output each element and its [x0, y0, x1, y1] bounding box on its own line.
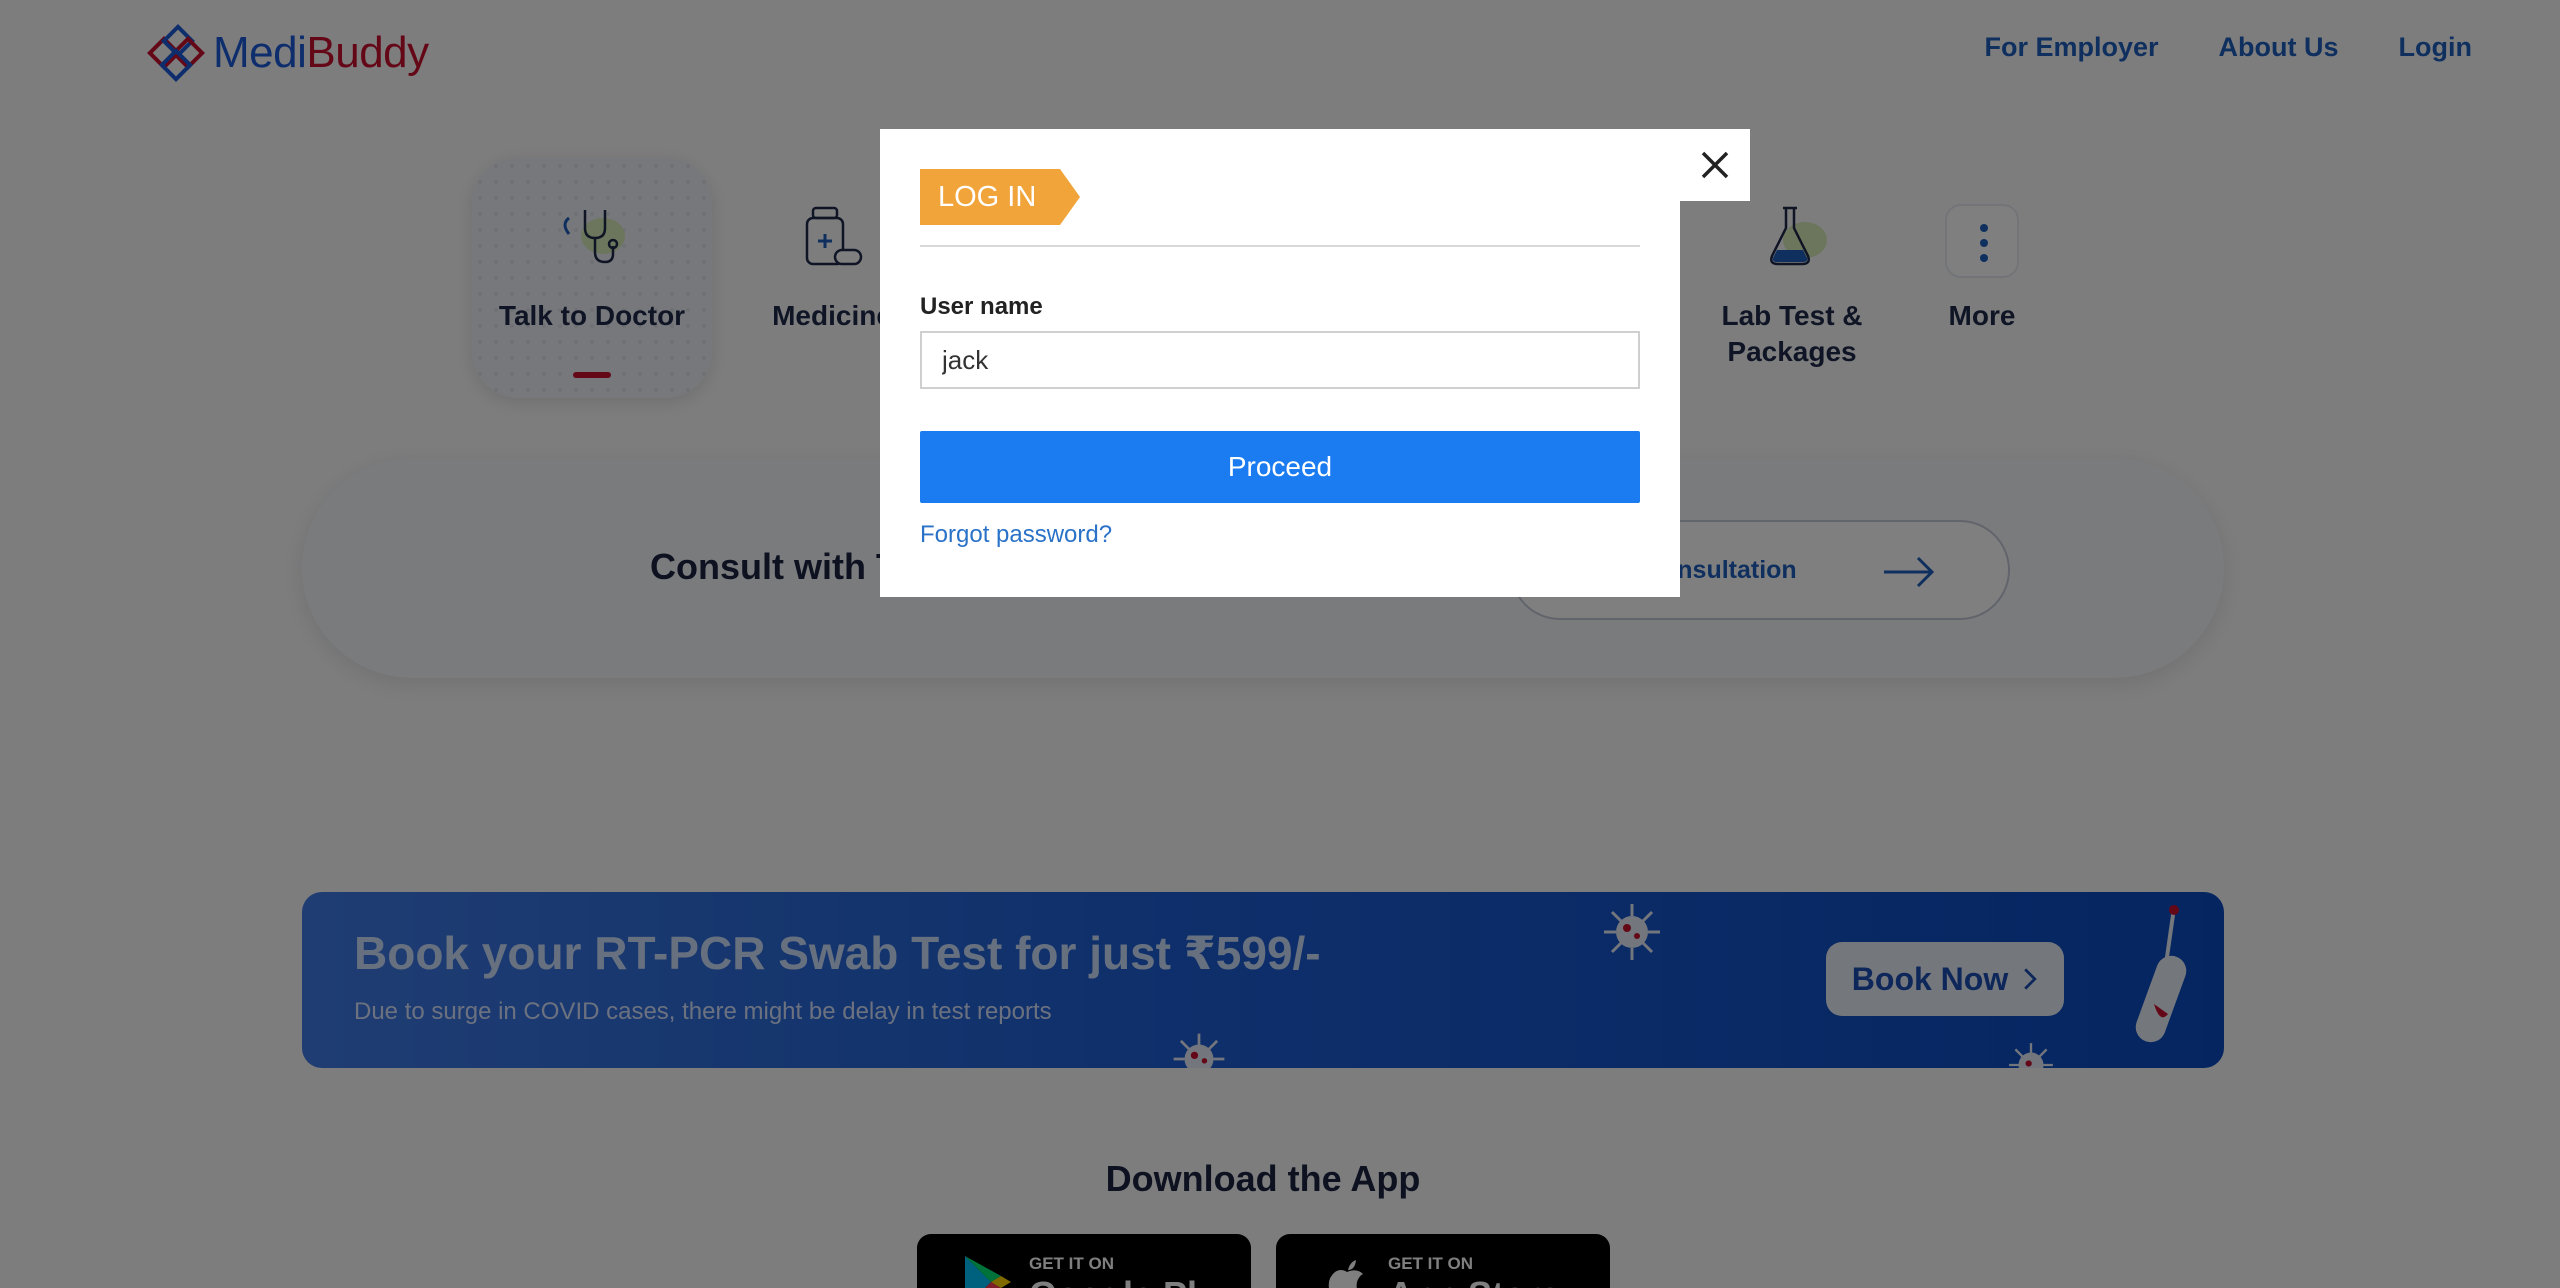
username-input[interactable]	[920, 331, 1640, 389]
username-label: User name	[920, 293, 1043, 320]
login-badge: LOG IN	[920, 169, 1081, 225]
close-icon	[1701, 151, 1729, 179]
forgot-password-link[interactable]: Forgot password?	[920, 521, 1112, 549]
close-modal-button[interactable]	[1680, 129, 1750, 201]
modal-divider	[920, 245, 1640, 247]
proceed-button[interactable]: Proceed	[920, 431, 1640, 503]
login-modal: LOG IN User name Proceed Forgot password…	[880, 129, 1680, 597]
